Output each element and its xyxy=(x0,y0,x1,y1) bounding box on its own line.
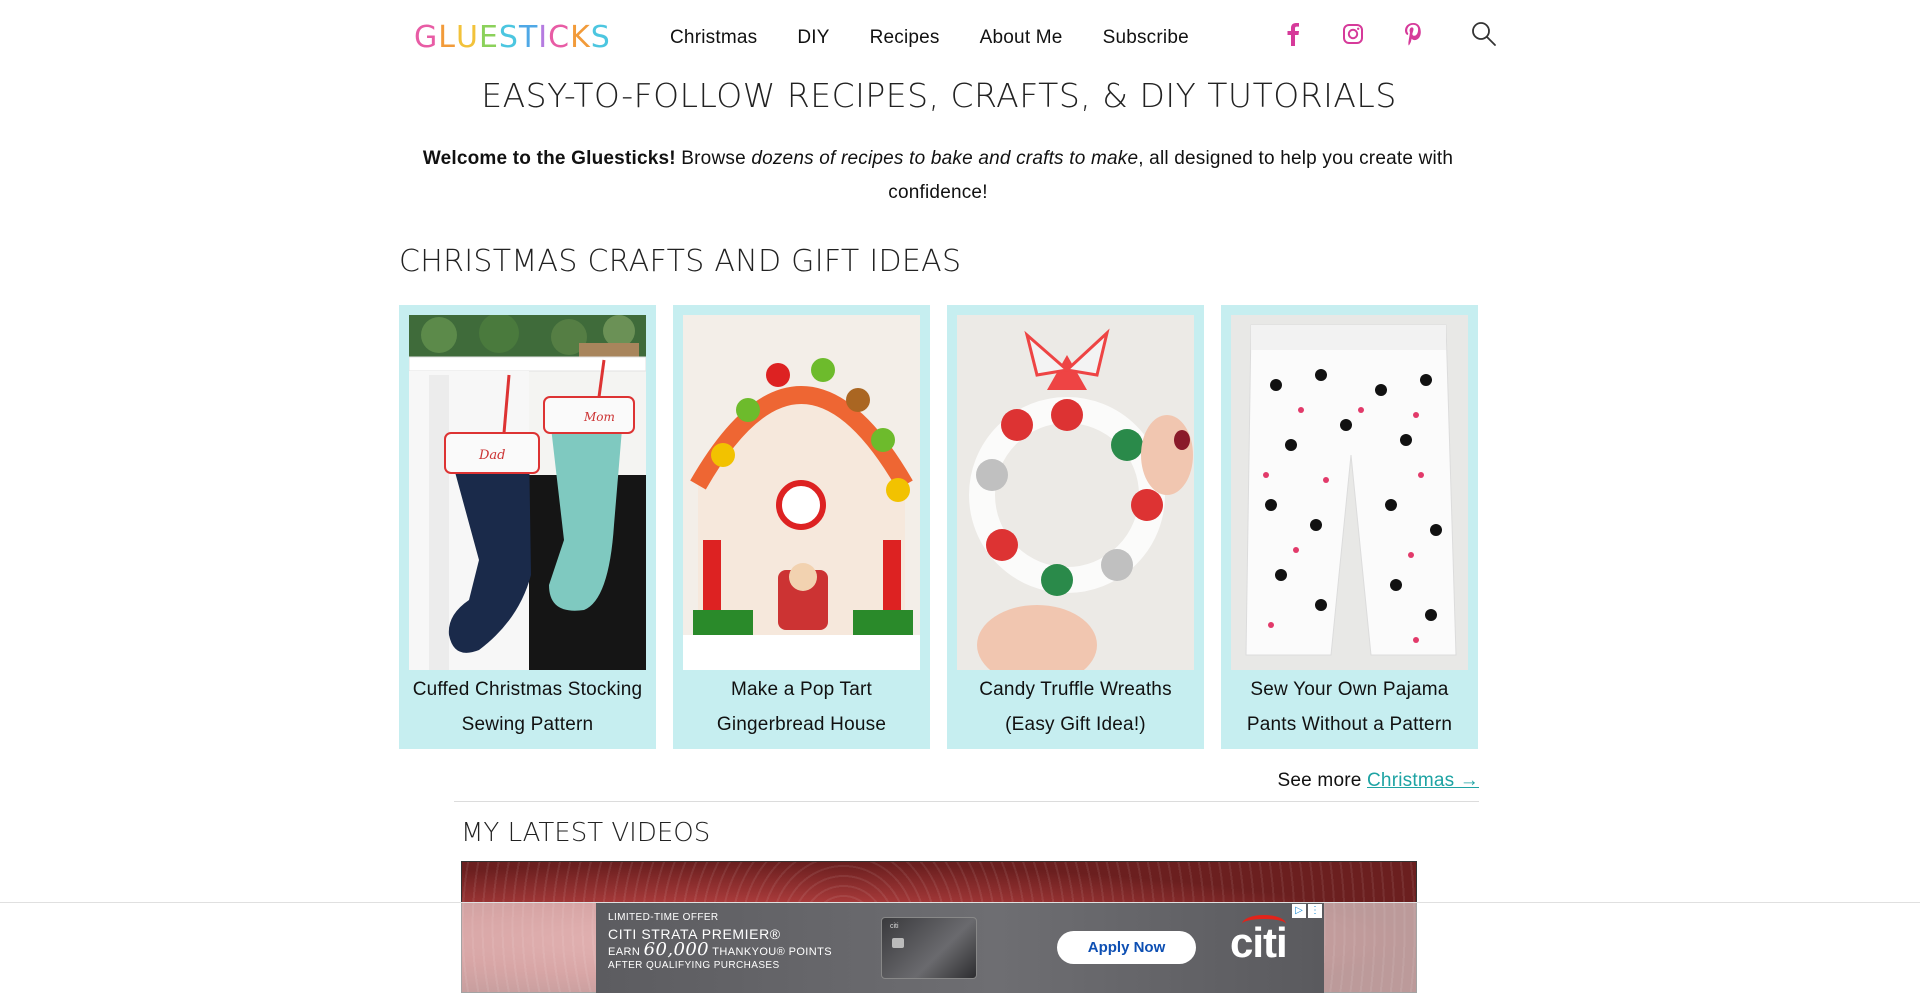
card-title-pajama-pants[interactable]: Sew Your Own Pajama Pants Without a Patt… xyxy=(1231,672,1468,742)
nav-item-recipes[interactable]: Recipes xyxy=(870,27,940,49)
facebook-icon[interactable] xyxy=(1280,20,1306,48)
card-title-stocking[interactable]: Cuffed Christmas Stocking Sewing Pattern xyxy=(409,672,646,742)
main-nav: Christmas DIY Recipes About Me Subscribe xyxy=(670,27,1189,49)
ad-points-text: THANKYOU® POINTS xyxy=(712,946,832,958)
svg-text:Dad: Dad xyxy=(478,448,506,463)
logo-letter: U xyxy=(455,20,479,55)
card-title-gingerbread-house[interactable]: Make a Pop Tart Gingerbread House xyxy=(683,672,920,742)
welcome-italic: dozens of recipes to bake and crafts to … xyxy=(751,148,1139,169)
ad-line-product: CITI STRATA PREMIER® xyxy=(608,926,781,942)
ad-choices: ▷ ⋮ xyxy=(1292,904,1322,918)
section-divider xyxy=(454,801,1479,802)
logo-letter: E xyxy=(478,20,499,55)
search-icon[interactable] xyxy=(1470,20,1498,48)
social-links xyxy=(1280,20,1426,48)
logo-letter: L xyxy=(438,20,456,55)
card-image-gingerbread-house[interactable] xyxy=(683,315,920,670)
see-more-christmas-link[interactable]: Christmas → xyxy=(1367,770,1479,791)
citi-arc-icon xyxy=(1242,915,1286,933)
nav-item-subscribe[interactable]: Subscribe xyxy=(1103,27,1189,49)
ad-copy: LIMITED-TIME OFFER CITI STRATA PREMIER® … xyxy=(608,911,832,973)
ad-line-earn: EARN 60,000 THANKYOU® POINTS xyxy=(608,941,832,959)
welcome-browse: Browse xyxy=(675,148,752,169)
page-title: EASY-TO-FOLLOW RECIPES, CRAFTS, & DIY TU… xyxy=(481,76,1397,115)
site-header: GLUESTICKS Christmas DIY Recipes About M… xyxy=(0,0,1920,74)
pinterest-icon[interactable] xyxy=(1400,20,1426,48)
card-pajama-pants[interactable]: Sew Your Own Pajama Pants Without a Patt… xyxy=(1221,305,1478,749)
ad-choices-icon[interactable]: ▷ xyxy=(1292,904,1306,918)
citi-logo: citi xyxy=(1230,915,1288,967)
card-title-truffle-wreath[interactable]: Candy Truffle Wreaths (Easy Gift Idea!) xyxy=(957,672,1194,742)
logo-letter: I xyxy=(538,20,549,55)
citi-ad-banner[interactable]: LIMITED-TIME OFFER CITI STRATA PREMIER® … xyxy=(596,903,1324,993)
ad-points-number: 60,000 xyxy=(643,939,710,960)
nav-item-christmas[interactable]: Christmas xyxy=(670,27,757,49)
logo-letter: S xyxy=(498,20,519,55)
see-more-christmas: See more Christmas → xyxy=(1100,770,1479,792)
card-stocking[interactable]: Dad Mom Cuffed Christmas Stocking Sewing… xyxy=(399,305,656,749)
christmas-section-heading: CHRISTMAS CRAFTS AND GIFT IDEAS xyxy=(399,244,962,279)
videos-section-heading: MY LATEST VIDEOS xyxy=(461,818,711,848)
welcome-text: Welcome to the Gluesticks! Browse dozens… xyxy=(398,142,1478,210)
card-image-truffle-wreath[interactable] xyxy=(957,315,1194,670)
card-image-pajama-pants[interactable] xyxy=(1231,315,1468,670)
logo-letter: C xyxy=(548,20,571,55)
apply-now-button[interactable]: Apply Now xyxy=(1057,931,1196,964)
credit-card-image: citi xyxy=(881,917,977,979)
ad-line-qualifier: AFTER QUALIFYING PURCHASES xyxy=(608,960,780,971)
logo-letter: K xyxy=(570,20,591,55)
card-truffle-wreath[interactable]: Candy Truffle Wreaths (Easy Gift Idea!) xyxy=(947,305,1204,749)
site-logo[interactable]: GLUESTICKS xyxy=(414,20,611,55)
ad-close-icon[interactable]: ⋮ xyxy=(1308,904,1322,918)
svg-text:Mom: Mom xyxy=(583,410,615,424)
welcome-bold: Welcome to the Gluesticks! xyxy=(422,148,676,169)
ad-line-offer: LIMITED-TIME OFFER xyxy=(608,912,719,923)
logo-letter: T xyxy=(518,20,539,55)
credit-card-brand: citi xyxy=(890,923,899,930)
instagram-icon[interactable] xyxy=(1340,20,1366,48)
card-chip-icon xyxy=(892,938,904,948)
nav-item-about-me[interactable]: About Me xyxy=(980,27,1063,49)
christmas-card-grid: Dad Mom Cuffed Christmas Stocking Sewing… xyxy=(399,305,1478,749)
card-image-stocking[interactable]: Dad Mom xyxy=(409,315,646,670)
card-gingerbread-house[interactable]: Make a Pop Tart Gingerbread House xyxy=(673,305,930,749)
logo-letter: S xyxy=(590,20,611,55)
logo-letter: G xyxy=(414,20,439,55)
ad-earn-label: EARN xyxy=(608,946,641,958)
see-more-label: See more xyxy=(1277,770,1367,791)
nav-item-diy[interactable]: DIY xyxy=(797,27,829,49)
